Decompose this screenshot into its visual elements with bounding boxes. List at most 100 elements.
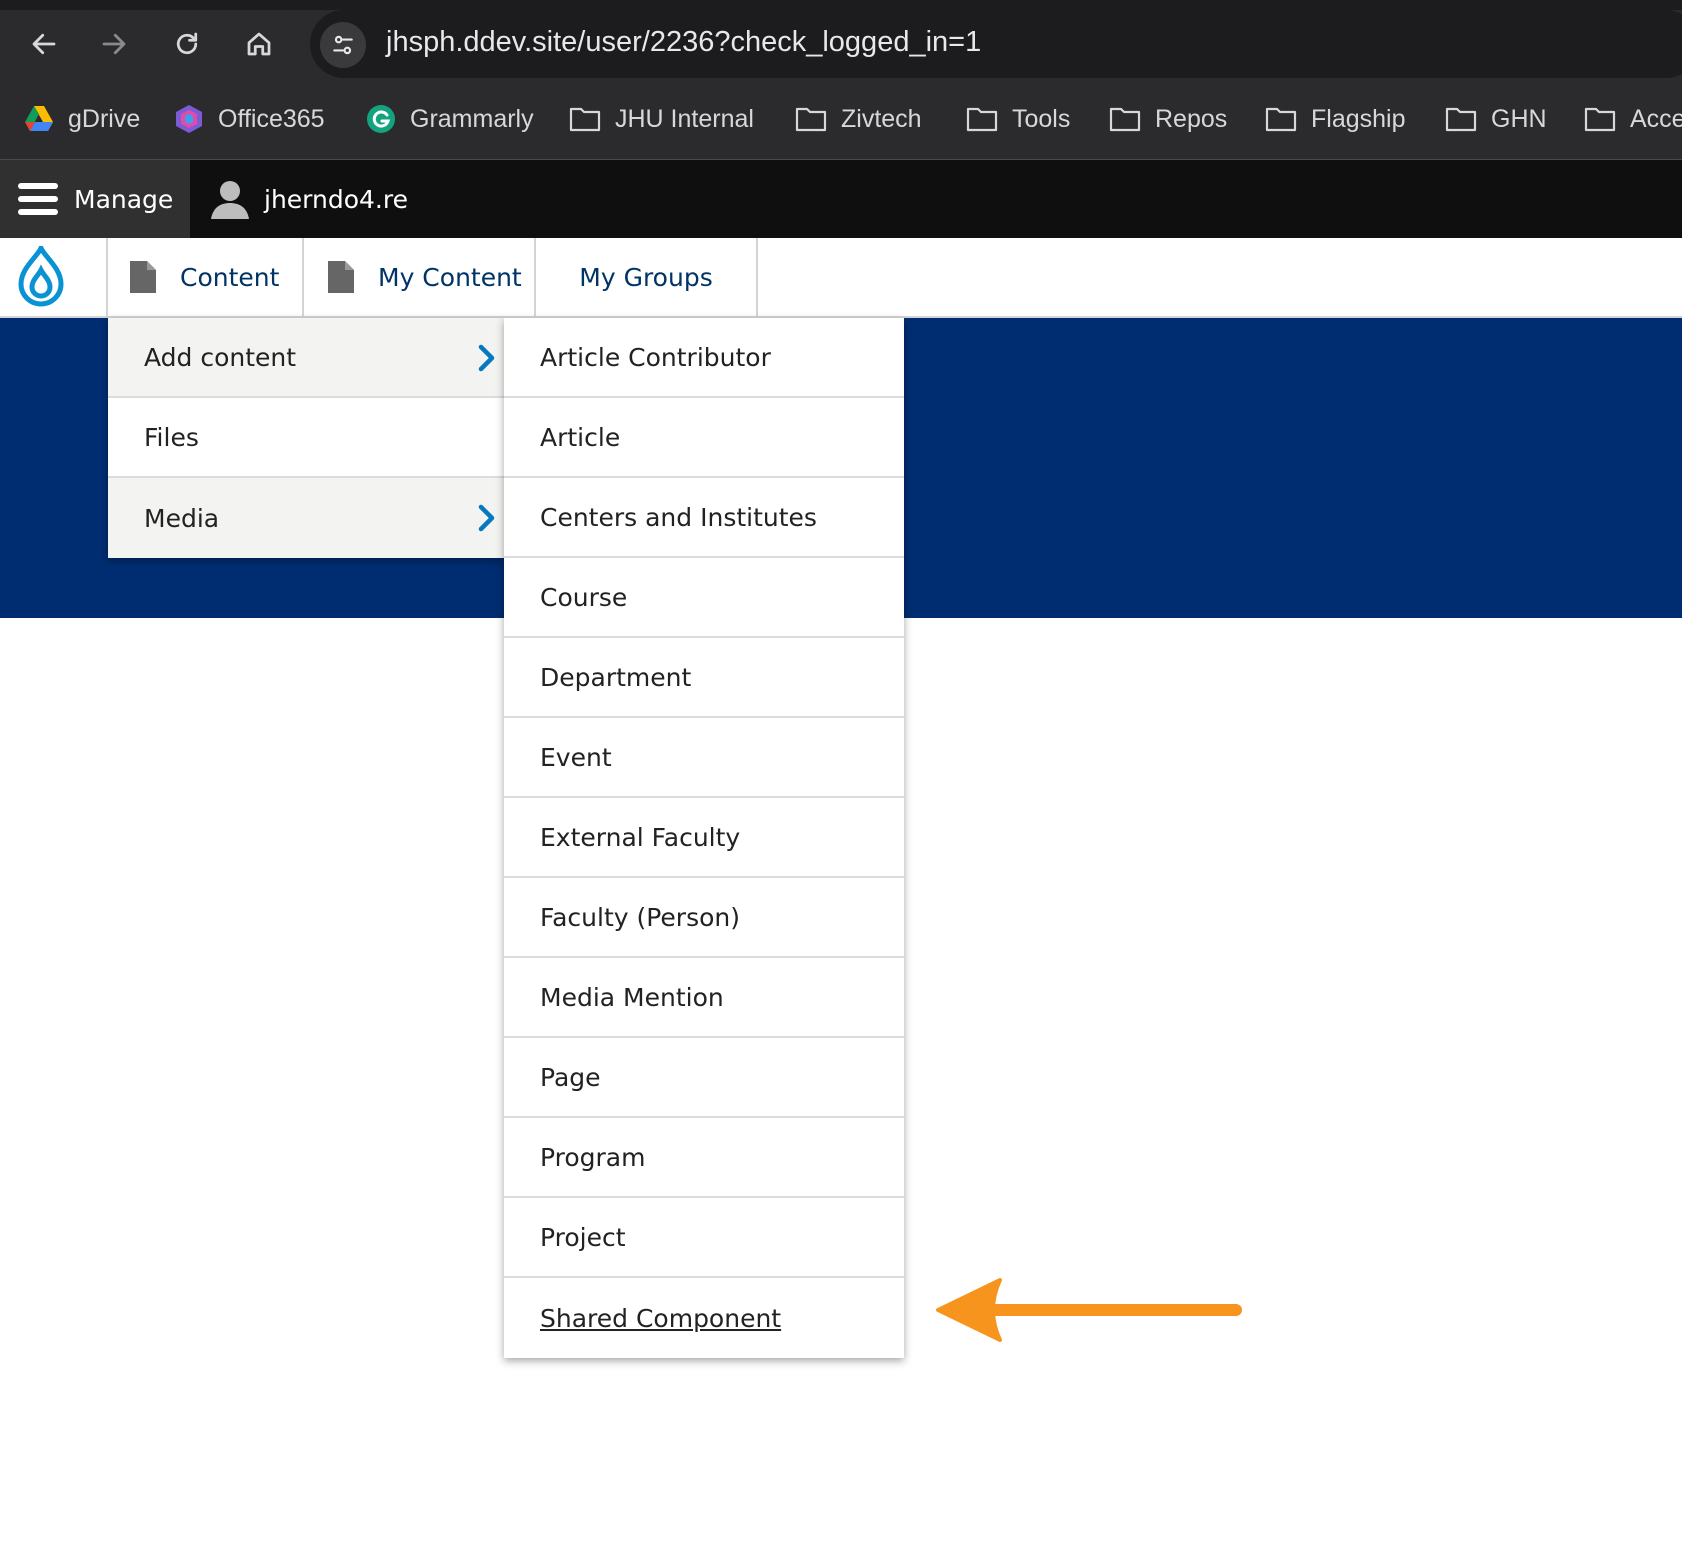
menu-item-label: Event xyxy=(540,742,612,772)
menu-item-label: Project xyxy=(540,1222,626,1252)
home-button[interactable] xyxy=(237,22,281,66)
hamburger-icon xyxy=(18,183,58,215)
home-icon xyxy=(247,32,271,56)
bookmark-office365[interactable]: Office365 xyxy=(174,92,325,146)
bookmark-grammarly[interactable]: Grammarly xyxy=(366,92,534,146)
site-info-button[interactable] xyxy=(320,22,366,68)
menu-item-shared-component[interactable]: Shared Component xyxy=(504,1278,904,1358)
folder-icon xyxy=(795,107,827,132)
bookmark-repos[interactable]: Repos xyxy=(1109,92,1227,146)
menu-item-media-mention[interactable]: Media Mention xyxy=(504,958,904,1038)
menu-item-label: Faculty (Person) xyxy=(540,902,740,932)
menu-item-label: Page xyxy=(540,1062,601,1092)
annotation-arrow-icon xyxy=(936,1278,1242,1342)
bookmark-label: Zivtech xyxy=(841,104,922,133)
menu-item-external-faculty[interactable]: External Faculty xyxy=(504,798,904,878)
menu-item-label: Course xyxy=(540,582,628,612)
reload-button[interactable] xyxy=(165,22,209,66)
menu-item-label: Add content xyxy=(144,342,297,372)
user-tab[interactable]: jherndo4.re xyxy=(210,160,408,238)
menu-item-label: Department xyxy=(540,662,692,692)
add-content-submenu: Article Contributor Article Centers and … xyxy=(504,318,904,1358)
bookmark-flagship[interactable]: Flagship xyxy=(1265,92,1406,146)
drupal-logo-icon xyxy=(18,246,64,307)
bookmark-label: Office365 xyxy=(218,104,325,133)
bookmark-zivtech[interactable]: Zivtech xyxy=(795,92,922,146)
menu-item-article-contributor[interactable]: Article Contributor xyxy=(504,318,904,398)
bookmark-label: gDrive xyxy=(68,104,141,133)
menu-item-label: Article Contributor xyxy=(540,342,771,372)
tune-icon xyxy=(333,35,353,55)
grammarly-icon xyxy=(367,105,395,133)
admin-toolbar: Manage jherndo4.re xyxy=(0,160,1682,238)
forward-arrow-icon xyxy=(102,33,126,55)
bookmark-label: GHN xyxy=(1491,104,1547,133)
menu-item-label: Media Mention xyxy=(540,982,724,1012)
tab-strip xyxy=(0,0,1682,10)
manage-tab[interactable]: Manage xyxy=(0,160,190,238)
tray-tab-label: My Groups xyxy=(579,262,713,292)
tray-tab-my-groups[interactable]: My Groups xyxy=(536,238,758,316)
menu-item-label: Centers and Institutes xyxy=(540,502,817,532)
tray-tab-label: Content xyxy=(180,262,280,292)
folder-icon xyxy=(1265,107,1297,132)
user-icon xyxy=(211,181,249,219)
file-icon xyxy=(130,261,156,293)
menu-item-label: Shared Component xyxy=(540,1303,782,1333)
menu-item-event[interactable]: Event xyxy=(504,718,904,798)
browser-chrome: jhsph.ddev.site/user/2236?check_logged_i… xyxy=(0,0,1682,160)
folder-icon xyxy=(1109,107,1141,132)
bookmark-ghn[interactable]: GHN xyxy=(1445,92,1547,146)
menu-item-media[interactable]: Media xyxy=(108,478,504,558)
tray-tab-my-content[interactable]: My Content xyxy=(304,238,536,316)
bookmark-acce[interactable]: Acce xyxy=(1584,92,1682,146)
menu-item-course[interactable]: Course xyxy=(504,558,904,638)
office365-icon xyxy=(176,105,202,133)
folder-icon xyxy=(1445,107,1477,132)
menu-item-label: Article xyxy=(540,422,621,452)
folder-icon xyxy=(569,107,601,132)
menu-item-program[interactable]: Program xyxy=(504,1118,904,1198)
menu-item-label: Files xyxy=(144,422,199,452)
manage-label: Manage xyxy=(74,184,174,214)
address-bar[interactable]: jhsph.ddev.site/user/2236?check_logged_i… xyxy=(310,10,1682,78)
bookmark-gdrive[interactable]: gDrive xyxy=(24,92,140,146)
menu-item-faculty-person[interactable]: Faculty (Person) xyxy=(504,878,904,958)
menu-item-centers-and-institutes[interactable]: Centers and Institutes xyxy=(504,478,904,558)
menu-item-department[interactable]: Department xyxy=(504,638,904,718)
bookmark-label: Flagship xyxy=(1311,104,1406,133)
bookmark-label: Tools xyxy=(1012,104,1071,133)
folder-icon xyxy=(1584,107,1616,132)
reload-icon xyxy=(176,32,198,55)
bookmark-label: Acce xyxy=(1630,104,1682,133)
menu-item-article[interactable]: Article xyxy=(504,398,904,478)
file-icon xyxy=(328,261,354,293)
forward-button[interactable] xyxy=(92,22,136,66)
content-menu: Add content Files Media xyxy=(108,318,504,558)
back-arrow-icon xyxy=(32,33,56,55)
bookmark-label: Repos xyxy=(1155,104,1228,133)
user-label: jherndo4.re xyxy=(264,184,408,214)
bookmark-label: Grammarly xyxy=(410,104,534,133)
chevron-right-icon xyxy=(478,344,495,372)
menu-item-label: Program xyxy=(540,1142,646,1172)
bookmark-tools[interactable]: Tools xyxy=(966,92,1070,146)
menu-item-files[interactable]: Files xyxy=(108,398,504,478)
tray-tab-content[interactable]: Content xyxy=(108,238,304,316)
back-button[interactable] xyxy=(22,22,66,66)
url-text[interactable]: jhsph.ddev.site/user/2236?check_logged_i… xyxy=(386,26,981,59)
admin-tray: Content My Content My Groups xyxy=(0,238,1682,318)
folder-icon xyxy=(966,107,998,132)
menu-item-label: Media xyxy=(144,503,220,533)
bookmarks-bar: gDrive Office365 Grammarly JHU Internal … xyxy=(0,92,1682,146)
tray-tab-label: My Content xyxy=(378,262,522,292)
chevron-right-icon xyxy=(478,504,495,532)
menu-item-label: External Faculty xyxy=(540,822,741,852)
google-drive-icon xyxy=(25,106,53,131)
menu-item-page[interactable]: Page xyxy=(504,1038,904,1118)
bookmark-label: JHU Internal xyxy=(615,104,754,133)
menu-item-project[interactable]: Project xyxy=(504,1198,904,1278)
bookmark-jhu-internal[interactable]: JHU Internal xyxy=(569,92,754,146)
drupal-home-link[interactable] xyxy=(0,238,108,316)
menu-item-add-content[interactable]: Add content xyxy=(108,318,504,398)
